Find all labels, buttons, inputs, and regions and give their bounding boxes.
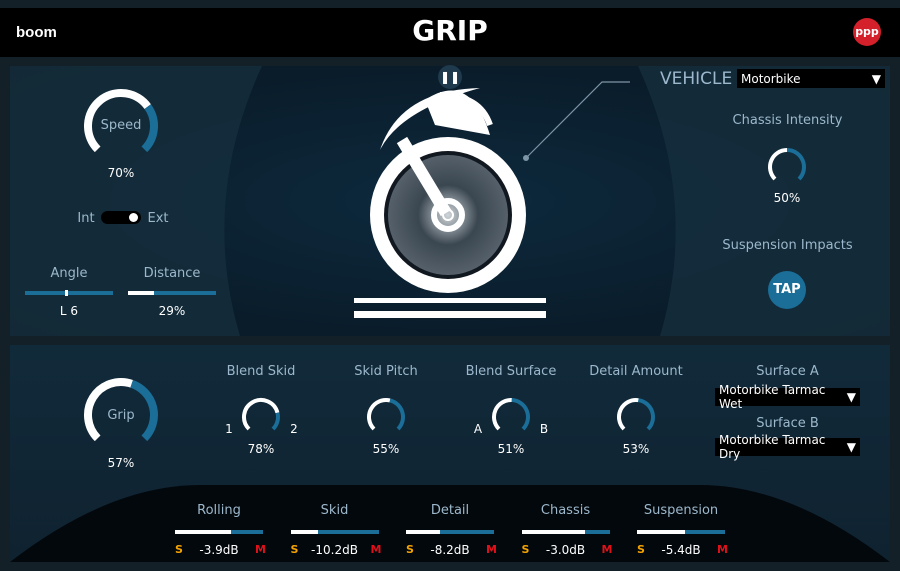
distance-slider-fill bbox=[128, 291, 154, 295]
wheel-illustration bbox=[354, 81, 630, 318]
mute-button[interactable]: M bbox=[486, 543, 497, 556]
solo-button[interactable]: S bbox=[637, 543, 645, 556]
blend-skid-label: Blend Skid bbox=[226, 364, 296, 379]
angle-label: Angle bbox=[50, 266, 88, 281]
toggle-ext-label: Ext bbox=[147, 211, 169, 226]
dropdown-arrow-icon: ▼ bbox=[846, 440, 856, 454]
solo-button[interactable]: S bbox=[406, 543, 414, 556]
detail-amount-knob[interactable] bbox=[616, 397, 656, 437]
vehicle-dropdown[interactable]: Motorbike ▼ bbox=[737, 69, 885, 88]
channel-volume-fill bbox=[290, 530, 318, 534]
channel-volume-fill bbox=[637, 530, 685, 534]
vehicle-label: VEHICLE bbox=[660, 69, 733, 89]
distance-slider[interactable] bbox=[128, 291, 216, 295]
channel-volume-fill bbox=[175, 530, 231, 534]
distance-value: 29% bbox=[158, 304, 186, 318]
knob-remaining-arc bbox=[637, 398, 655, 431]
knob-value-arc bbox=[367, 398, 391, 431]
blend-surface-left: A bbox=[473, 422, 483, 436]
channel-db-value: -3.9dB bbox=[199, 543, 239, 557]
surface-a-value: Motorbike Tarmac Wet bbox=[719, 383, 826, 411]
chassis-intensity-label: Chassis Intensity bbox=[732, 113, 843, 128]
mute-button[interactable]: M bbox=[602, 543, 613, 556]
angle-slider-handle[interactable] bbox=[65, 290, 68, 296]
detail-amount-label: Detail Amount bbox=[589, 364, 683, 379]
angle-value: L 6 bbox=[59, 304, 79, 318]
channel-db-value: -3.0dB bbox=[545, 543, 586, 557]
toggle-int-label: Int bbox=[77, 211, 95, 226]
surface-b-label: Surface B bbox=[756, 416, 819, 431]
surface-b-value: Motorbike Tarmac Dry bbox=[719, 433, 826, 461]
knob-remaining-arc bbox=[271, 412, 280, 431]
dropdown-arrow-icon: ▼ bbox=[871, 71, 881, 86]
plugin-title: GRIP bbox=[412, 14, 488, 47]
channel-volume-slider[interactable] bbox=[637, 530, 725, 534]
tap-button[interactable]: TAP bbox=[768, 271, 806, 309]
knob-value-arc bbox=[617, 398, 639, 431]
toggle-knob bbox=[129, 213, 138, 222]
skid-pitch-knob[interactable] bbox=[366, 397, 406, 437]
surface-a-label: Surface A bbox=[756, 364, 819, 379]
blend-surface-label: Blend Surface bbox=[465, 364, 557, 379]
channel-label: Chassis bbox=[540, 503, 591, 518]
surface-b-dropdown[interactable]: Motorbike Tarmac Dry ▼ bbox=[715, 433, 860, 461]
knob-remaining-arc bbox=[389, 398, 405, 431]
mute-button[interactable]: M bbox=[255, 543, 266, 556]
channel-volume-slider[interactable] bbox=[175, 530, 263, 534]
channel-db-value: -10.2dB bbox=[311, 543, 358, 557]
blend-skid-right: 2 bbox=[290, 422, 298, 436]
blend-skid-left: 1 bbox=[225, 422, 233, 436]
blend-surface-right: B bbox=[539, 422, 549, 436]
channel-label: Rolling bbox=[197, 503, 241, 518]
solo-button[interactable]: S bbox=[291, 543, 299, 556]
ppp-badge[interactable]: ppp bbox=[853, 18, 881, 46]
channel-volume-fill bbox=[406, 530, 440, 534]
mute-button[interactable]: M bbox=[717, 543, 728, 556]
knob-remaining-arc bbox=[786, 148, 806, 181]
distance-label: Distance bbox=[143, 266, 201, 281]
knob-remaining-arc bbox=[511, 398, 530, 431]
blend-surface-knob[interactable] bbox=[491, 397, 531, 437]
channel-label: Detail bbox=[430, 503, 470, 518]
channel-volume-slider[interactable] bbox=[290, 530, 379, 534]
dropdown-arrow-icon: ▼ bbox=[846, 390, 856, 404]
detail-amount-value: 53% bbox=[622, 442, 650, 456]
blend-skid-knob[interactable] bbox=[241, 397, 281, 437]
channel-volume-slider[interactable] bbox=[406, 530, 494, 534]
channel-label: Skid bbox=[320, 503, 349, 518]
blend-surface-value: 51% bbox=[497, 442, 525, 456]
surface-a-dropdown[interactable]: Motorbike Tarmac Wet ▼ bbox=[715, 383, 860, 411]
suspension-impacts-label: Suspension Impacts bbox=[722, 238, 853, 253]
channel-db-value: -5.4dB bbox=[661, 543, 701, 557]
knob-value-arc bbox=[242, 398, 280, 431]
speed-value: 70% bbox=[107, 166, 135, 180]
angle-slider[interactable] bbox=[25, 290, 113, 296]
blend-skid-value: 78% bbox=[247, 442, 275, 456]
channel-volume-fill bbox=[521, 530, 585, 534]
channel-db-value: -8.2dB bbox=[430, 543, 470, 557]
channel-label: Suspension bbox=[643, 503, 719, 518]
knob-value-arc bbox=[492, 398, 512, 431]
grip-value: 57% bbox=[107, 456, 135, 470]
grip-label: Grip bbox=[107, 408, 135, 423]
chassis-intensity-value: 50% bbox=[773, 191, 801, 205]
solo-button[interactable]: S bbox=[175, 543, 183, 556]
skid-pitch-value: 55% bbox=[372, 442, 400, 456]
chassis-intensity-knob[interactable] bbox=[767, 147, 807, 187]
skid-pitch-label: Skid Pitch bbox=[354, 364, 418, 379]
solo-button[interactable]: S bbox=[522, 543, 530, 556]
int-ext-toggle[interactable] bbox=[101, 211, 141, 224]
speed-label: Speed bbox=[100, 118, 142, 133]
mute-button[interactable]: M bbox=[371, 543, 382, 556]
channel-volume-slider[interactable] bbox=[521, 530, 610, 534]
vehicle-value: Motorbike bbox=[741, 71, 801, 86]
knob-value-arc bbox=[768, 148, 788, 181]
